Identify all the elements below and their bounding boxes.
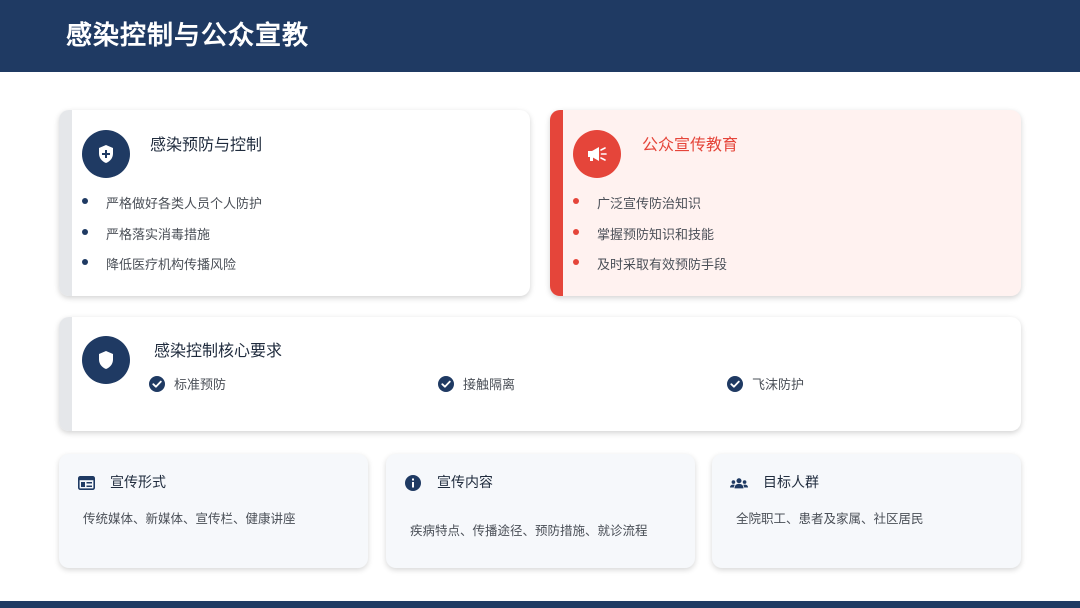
- list-item-text: 严格落实消毒措施: [106, 227, 211, 243]
- info-card-format: 宣传形式 传统媒体、新媒体、宣传栏、健康讲座: [59, 454, 368, 568]
- card-accent-bar: [59, 317, 72, 431]
- core-requirements-card: 感染控制核心要求 标准预防 接触隔离 飞沫防护: [59, 317, 1021, 431]
- public-education-list: 广泛宣传防治知识 掌握预防知识和技能 及时采取有效预防手段: [573, 196, 727, 288]
- bullet-dot: [573, 198, 579, 204]
- people-icon: [730, 474, 748, 492]
- requirement-item: 接触隔离: [438, 376, 515, 396]
- public-education-card: 公众宣传教育 广泛宣传防治知识 掌握预防知识和技能 及时采取有效预防手段: [550, 110, 1021, 296]
- public-education-title: 公众宣传教育: [642, 135, 739, 154]
- bullet-dot: [573, 259, 579, 265]
- list-item: 严格落实消毒措施: [82, 227, 262, 258]
- list-item-text: 严格做好各类人员个人防护: [106, 197, 263, 212]
- list-item: 及时采取有效预防手段: [573, 257, 727, 288]
- shield-plus-icon: [82, 130, 130, 178]
- check-circle-icon: [727, 376, 743, 396]
- requirement-label: 飞沫防护: [752, 378, 805, 393]
- prevention-list: 严格做好各类人员个人防护 严格落实消毒措施 降低医疗机构传播风险: [82, 196, 262, 288]
- prevention-card: 感染预防与控制 严格做好各类人员个人防护 严格落实消毒措施 降低医疗机构传播风险: [59, 110, 530, 296]
- list-item: 掌握预防知识和技能: [573, 227, 727, 258]
- card-accent-bar: [550, 110, 563, 296]
- requirement-label: 标准预防: [174, 378, 227, 393]
- info-card-title: 宣传形式: [110, 475, 166, 491]
- info-card-text: 传统媒体、新媒体、宣传栏、健康讲座: [83, 511, 296, 526]
- info-card-content: 宣传内容 疾病特点、传播途径、预防措施、就诊流程: [386, 454, 695, 568]
- list-item-text: 及时采取有效预防手段: [597, 258, 728, 273]
- newspaper-icon: [77, 474, 95, 492]
- footer-bar: [0, 601, 1080, 608]
- list-item: 降低医疗机构传播风险: [82, 257, 262, 288]
- header-bar: 感染控制与公众宣教: [0, 0, 1080, 72]
- card-accent-bar: [59, 110, 72, 296]
- core-requirements-title: 感染控制核心要求: [154, 341, 283, 360]
- bullet-dot: [82, 198, 88, 204]
- list-item: 严格做好各类人员个人防护: [82, 196, 262, 227]
- list-item-text: 广泛宣传防治知识: [597, 197, 702, 212]
- requirement-item: 飞沫防护: [727, 376, 804, 396]
- bullet-dot: [573, 228, 579, 235]
- requirement-label: 接触隔离: [463, 378, 516, 393]
- megaphone-icon: [573, 130, 621, 178]
- list-item-text: 掌握预防知识和技能: [597, 227, 715, 243]
- info-icon: [404, 474, 422, 492]
- bullet-dot: [82, 259, 88, 265]
- requirement-item: 标准预防: [149, 376, 226, 396]
- info-card-text: 全院职工、患者及家属、社区居民: [736, 511, 924, 526]
- check-circle-icon: [149, 376, 165, 396]
- list-item: 广泛宣传防治知识: [573, 196, 727, 227]
- info-card-audience: 目标人群 全院职工、患者及家属、社区居民: [712, 454, 1021, 568]
- info-card-title: 目标人群: [763, 475, 819, 491]
- list-item-text: 降低医疗机构传播风险: [106, 258, 237, 273]
- prevention-title: 感染预防与控制: [150, 135, 263, 154]
- page-title: 感染控制与公众宣教: [66, 21, 310, 51]
- shield-icon: [82, 336, 130, 384]
- check-circle-icon: [438, 376, 454, 396]
- info-card-text: 疾病特点、传播途径、预防措施、就诊流程: [410, 523, 648, 538]
- bullet-dot: [82, 228, 88, 235]
- info-card-title: 宣传内容: [437, 475, 493, 491]
